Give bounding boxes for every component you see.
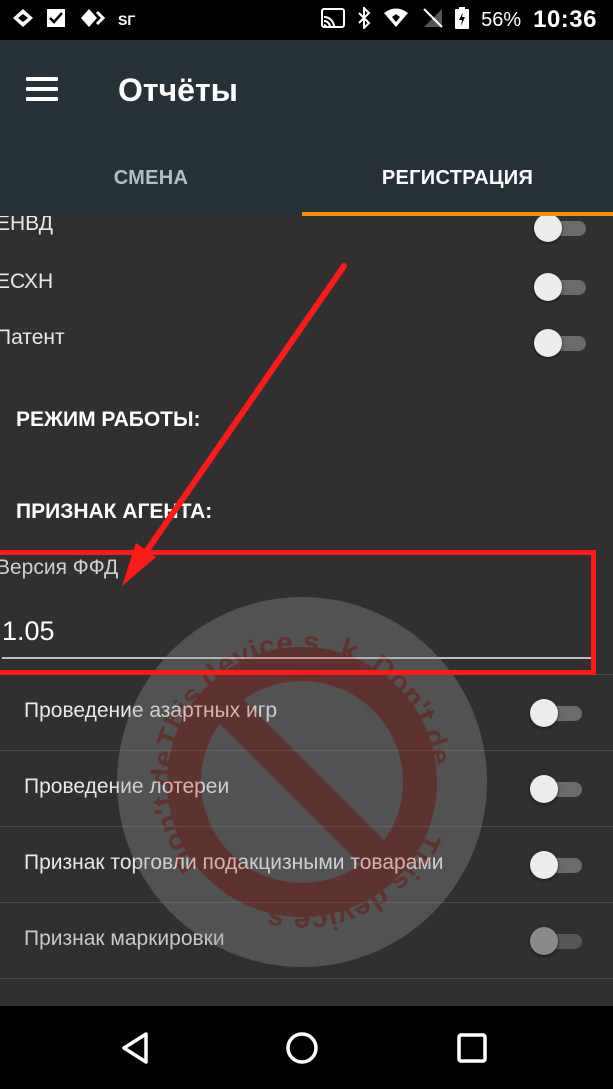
option-row-marking[interactable]: Признак маркировки bbox=[0, 902, 613, 979]
option-label-marking: Признак маркировки bbox=[24, 927, 225, 950]
section-work-mode[interactable]: РЕЖИМ РАБОТЫ: bbox=[16, 408, 201, 432]
back-icon[interactable] bbox=[112, 1024, 160, 1072]
option-row-gambling[interactable]: Проведение азартных игр bbox=[0, 674, 613, 751]
tax-row-envd: ЕНВД bbox=[0, 216, 613, 268]
cast-icon bbox=[321, 8, 346, 32]
status-bar: SГ 56% 10:36 bbox=[0, 0, 613, 40]
tab-registration[interactable]: РЕГИСТРАЦИЯ bbox=[302, 140, 613, 216]
option-label-lottery: Проведение лотереи bbox=[24, 775, 230, 798]
option-label-gambling: Проведение азартных игр bbox=[24, 699, 278, 722]
clock: 10:36 bbox=[533, 6, 597, 33]
toggle-excise[interactable] bbox=[530, 848, 586, 882]
bluetooth-icon bbox=[357, 5, 371, 33]
battery-percent: 56% bbox=[481, 8, 522, 31]
tax-label-patent: Патент bbox=[0, 326, 65, 349]
section-agent-sign[interactable]: ПРИЗНАК АГЕНТА: bbox=[16, 500, 212, 524]
app-notification-icon bbox=[12, 8, 34, 32]
option-row-lottery[interactable]: Проведение лотереи bbox=[0, 750, 613, 827]
wifi-icon bbox=[383, 8, 409, 32]
checkbox-notification-icon bbox=[46, 8, 68, 32]
no-signal-icon bbox=[421, 8, 443, 32]
tax-row-eskhn: ЕСХН bbox=[0, 270, 613, 326]
toggle-marking[interactable] bbox=[530, 924, 586, 958]
app-toolbar: Отчёты bbox=[0, 40, 613, 140]
option-row-next bbox=[0, 978, 613, 1006]
diamond-notification-icon bbox=[80, 8, 106, 32]
annotation-highlight-box bbox=[0, 550, 596, 675]
toggle-envd[interactable] bbox=[534, 216, 590, 245]
sim-label: SГ bbox=[118, 12, 136, 28]
tab-smena[interactable]: СМЕНА bbox=[0, 140, 302, 216]
tax-label-eskhn: ЕСХН bbox=[0, 270, 54, 293]
option-row-excise[interactable]: Признак торговли подакцизными товарами bbox=[0, 826, 613, 903]
option-label-excise: Признак торговли подакцизными товарами bbox=[24, 851, 444, 874]
toggle-gambling[interactable] bbox=[530, 696, 586, 730]
tax-row-patent: Патент bbox=[0, 326, 613, 382]
toggle-lottery[interactable] bbox=[530, 772, 586, 806]
status-bar-left: SГ bbox=[12, 8, 135, 32]
tax-label-envd: ЕНВД bbox=[0, 216, 53, 235]
home-icon[interactable] bbox=[278, 1024, 326, 1072]
battery-charging-icon bbox=[455, 7, 470, 33]
status-bar-right: 56% 10:36 bbox=[321, 5, 597, 34]
system-nav-bar bbox=[0, 1006, 613, 1089]
page-title: Отчёты bbox=[118, 72, 238, 108]
recents-icon[interactable] bbox=[448, 1024, 496, 1072]
hamburger-menu-icon[interactable] bbox=[26, 77, 58, 101]
toggle-eskhn[interactable] bbox=[534, 270, 590, 304]
toggle-patent[interactable] bbox=[534, 326, 590, 360]
tab-bar: СМЕНА РЕГИСТРАЦИЯ bbox=[0, 140, 613, 216]
